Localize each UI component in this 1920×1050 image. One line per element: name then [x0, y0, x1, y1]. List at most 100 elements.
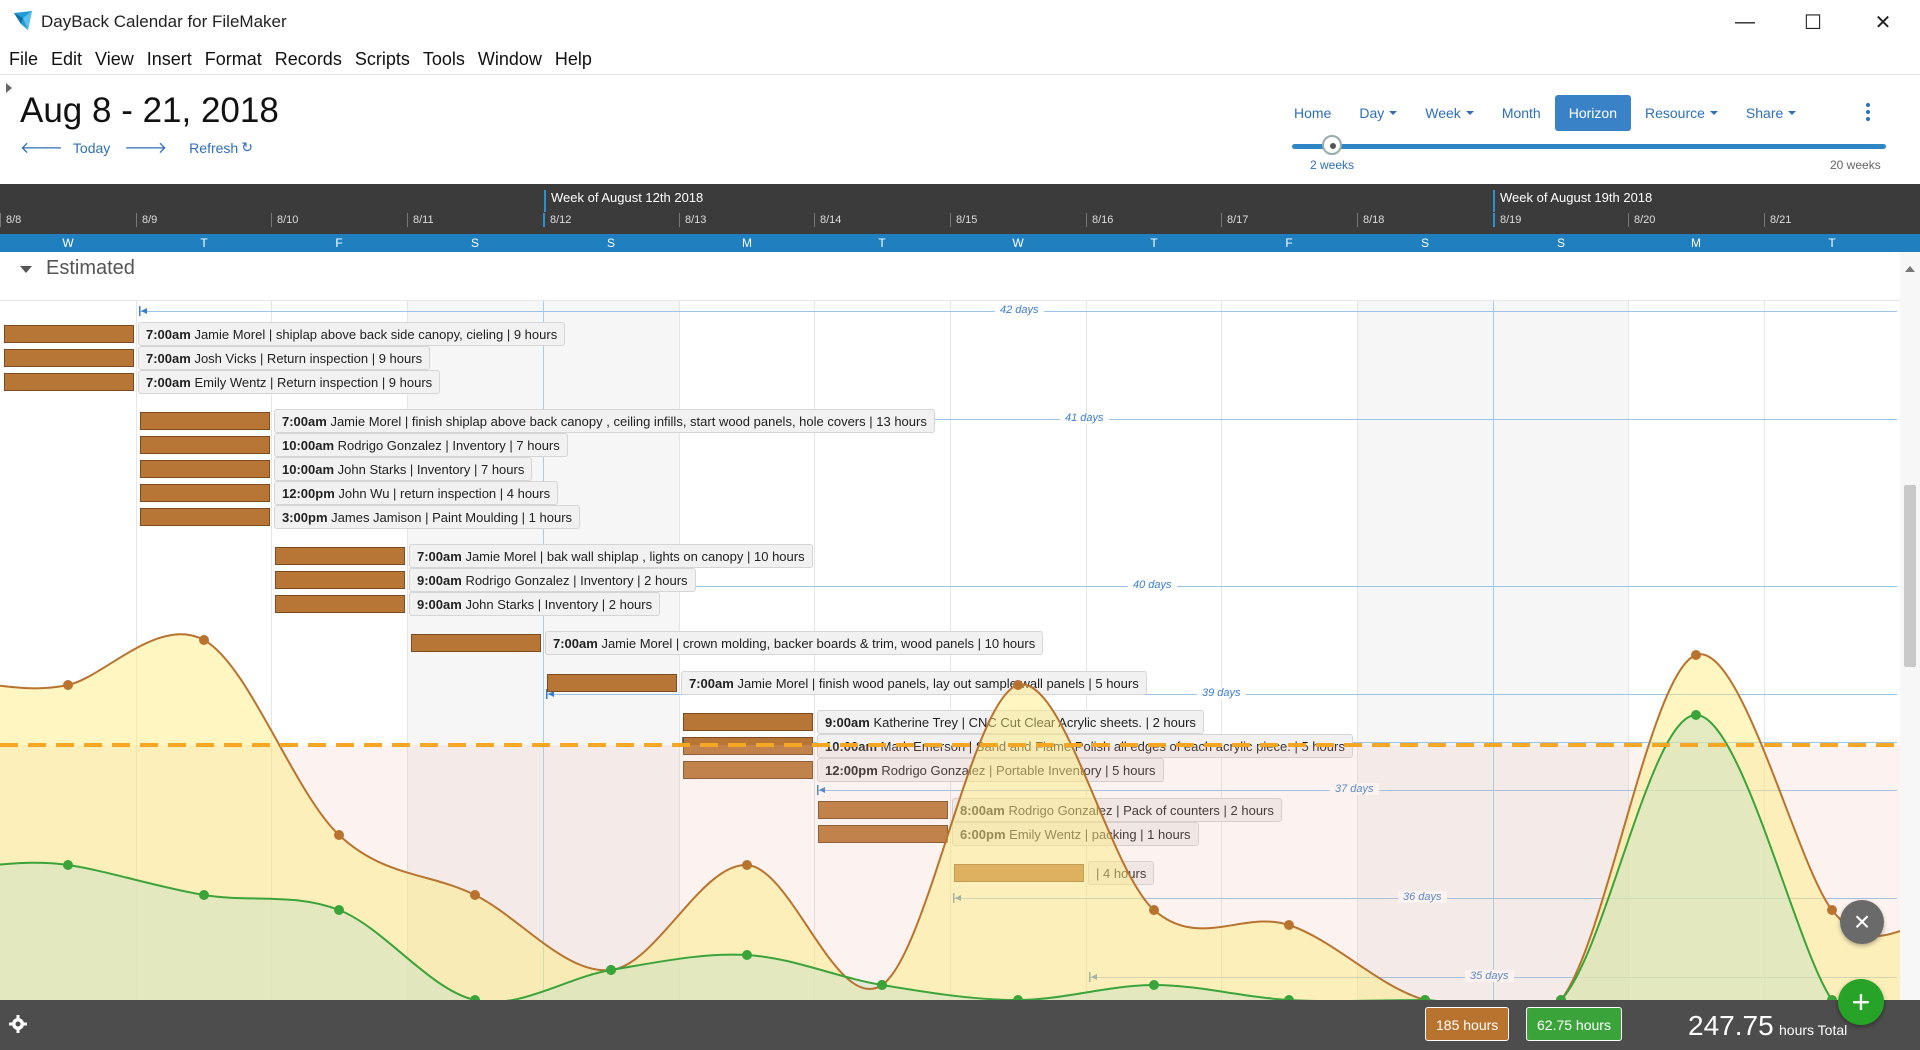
event-item[interactable]: 7:00am Emily Wentz | Return inspection |…: [138, 370, 441, 394]
date-cell[interactable]: 8/8: [0, 213, 21, 227]
grid-line: [1493, 300, 1494, 1000]
event-bar[interactable]: [4, 325, 134, 343]
menu-file[interactable]: File: [9, 49, 38, 70]
date-cell[interactable]: 8/19: [1493, 213, 1521, 227]
event-item[interactable]: 12:00pm John Wu | return inspection | 4 …: [274, 481, 559, 505]
event-bar[interactable]: [140, 460, 270, 478]
event-bar[interactable]: [140, 436, 270, 454]
event-bar[interactable]: [4, 373, 134, 391]
date-cell[interactable]: 8/9: [136, 213, 157, 227]
gear-icon[interactable]: [8, 1014, 28, 1034]
event-item[interactable]: 7:00am Jamie Morel | shiplap above back …: [138, 322, 566, 346]
estimated-section-header[interactable]: Estimated: [0, 252, 1900, 301]
menu-view[interactable]: View: [95, 49, 134, 70]
minimize-button[interactable]: —: [1722, 6, 1768, 38]
horizon-view-button[interactable]: Horizon: [1554, 95, 1631, 131]
event-item[interactable]: 12:00pm Rodrigo Gonzalez | Portable Inve…: [817, 758, 1164, 782]
menu-edit[interactable]: Edit: [51, 49, 82, 70]
event-bar[interactable]: [275, 571, 405, 589]
home-view-button[interactable]: Home: [1280, 95, 1345, 131]
share-button[interactable]: Share: [1732, 95, 1810, 131]
menu-records[interactable]: Records: [275, 49, 342, 70]
event-item[interactable]: 8:00am Rodrigo Gonzalez | Pack of counte…: [952, 798, 1282, 822]
event-bar[interactable]: [140, 508, 270, 526]
event-item[interactable]: 9:00am John Starks | Inventory | 2 hours: [409, 592, 661, 616]
day-of-week-label: T: [1150, 236, 1158, 250]
resource-view-button[interactable]: Resource: [1631, 95, 1732, 131]
event-item[interactable]: 7:00am Jamie Morel | finish wood panels,…: [681, 671, 1147, 695]
menu-format[interactable]: Format: [205, 49, 262, 70]
event-item[interactable]: 10:00am John Starks | Inventory | 7 hour…: [274, 457, 533, 481]
add-event-button[interactable]: +: [1838, 979, 1884, 1025]
event-item[interactable]: 9:00am Katherine Trey | CNC Cut Clear Ac…: [817, 710, 1204, 734]
date-cell[interactable]: 8/15: [950, 213, 977, 227]
event-time: 7:00am: [282, 414, 327, 429]
slider-handle[interactable]: [1322, 135, 1342, 155]
more-options-icon[interactable]: [1866, 103, 1870, 124]
event-bar[interactable]: [411, 634, 541, 652]
event-bar[interactable]: [275, 547, 405, 565]
event-item[interactable]: 7:00am Josh Vicks | Return inspection | …: [138, 346, 431, 370]
date-cell[interactable]: 8/18: [1357, 213, 1384, 227]
event-bar[interactable]: [818, 825, 948, 843]
green-hours-badge[interactable]: 62.75 hours: [1526, 1007, 1622, 1041]
grid-line: [271, 300, 272, 1000]
day-of-week-label: S: [1556, 236, 1565, 250]
event-bar[interactable]: [683, 761, 813, 779]
refresh-button[interactable]: Refresh: [189, 140, 238, 156]
maximize-button[interactable]: ☐: [1790, 6, 1836, 38]
close-chart-button[interactable]: ×: [1840, 900, 1884, 944]
scroll-up-icon[interactable]: [1905, 266, 1915, 272]
event-bar[interactable]: [140, 412, 270, 430]
next-arrow-icon[interactable]: 🡒: [124, 137, 167, 158]
refresh-icon[interactable]: ↻: [241, 139, 253, 156]
event-item[interactable]: 7:00am Jamie Morel | crown molding, back…: [545, 631, 1044, 655]
section-label: Estimated: [46, 257, 135, 279]
date-cell[interactable]: 8/16: [1086, 213, 1113, 227]
menu-scripts[interactable]: Scripts: [355, 49, 410, 70]
event-bar[interactable]: [275, 595, 405, 613]
day-view-button[interactable]: Day: [1345, 95, 1411, 131]
event-bar[interactable]: [954, 864, 1084, 882]
title-bar: DayBack Calendar for FileMaker — ☐ ✕: [0, 0, 1920, 44]
date-cell[interactable]: 8/21: [1764, 213, 1791, 227]
event-bar[interactable]: [547, 674, 677, 692]
month-view-button[interactable]: Month: [1488, 95, 1555, 131]
week-view-button[interactable]: Week: [1411, 95, 1488, 131]
event-bar[interactable]: [683, 737, 813, 755]
event-item[interactable]: 10:00am Rodrigo Gonzalez | Inventory | 7…: [274, 433, 568, 457]
prev-arrow-icon[interactable]: 🡐: [20, 137, 63, 158]
event-item[interactable]: 9:00am Rodrigo Gonzalez | Inventory | 2 …: [409, 568, 696, 592]
menu-window[interactable]: Window: [478, 49, 542, 70]
event-item[interactable]: 10:00am Mark Emerson | Sand and Flame Po…: [817, 734, 1353, 758]
collapse-caret-icon[interactable]: [20, 266, 32, 273]
date-cell[interactable]: 8/20: [1628, 213, 1655, 227]
scrollbar-thumb[interactable]: [1904, 485, 1916, 667]
event-bar[interactable]: [4, 349, 134, 367]
date-cell[interactable]: 8/12: [543, 213, 571, 227]
date-cell[interactable]: 8/14: [814, 213, 841, 227]
sidebar-toggle-icon[interactable]: [6, 83, 12, 93]
event-bar[interactable]: [140, 484, 270, 502]
event-item[interactable]: 6:00pm Emily Wentz | packing | 1 hours: [952, 822, 1199, 846]
today-button[interactable]: Today: [73, 140, 110, 156]
event-bar[interactable]: [818, 801, 948, 819]
menu-insert[interactable]: Insert: [147, 49, 192, 70]
horizon-range-slider[interactable]: [1292, 144, 1886, 149]
menu-tools[interactable]: Tools: [423, 49, 465, 70]
event-item[interactable]: 7:00am Jamie Morel | bak wall shiplap , …: [409, 544, 813, 568]
event-item[interactable]: | 4 hours: [1088, 861, 1155, 885]
date-cell[interactable]: 8/10: [271, 213, 298, 227]
close-window-button[interactable]: ✕: [1860, 6, 1906, 38]
orange-hours-badge[interactable]: 185 hours: [1425, 1007, 1510, 1041]
date-cell[interactable]: 8/11: [407, 213, 434, 227]
event-text: Jamie Morel | bak wall shiplap , lights …: [465, 549, 805, 564]
menu-help[interactable]: Help: [555, 49, 592, 70]
date-cell[interactable]: 8/13: [679, 213, 706, 227]
date-cell[interactable]: 8/17: [1221, 213, 1248, 227]
event-item[interactable]: 3:00pm James Jamison | Paint Moulding | …: [274, 505, 581, 529]
event-time: 9:00am: [417, 573, 462, 588]
event-item[interactable]: 7:00am Jamie Morel | finish shiplap abov…: [274, 409, 935, 433]
date-range-title: Aug 8 - 21, 2018: [20, 91, 279, 130]
event-bar[interactable]: [683, 713, 813, 731]
